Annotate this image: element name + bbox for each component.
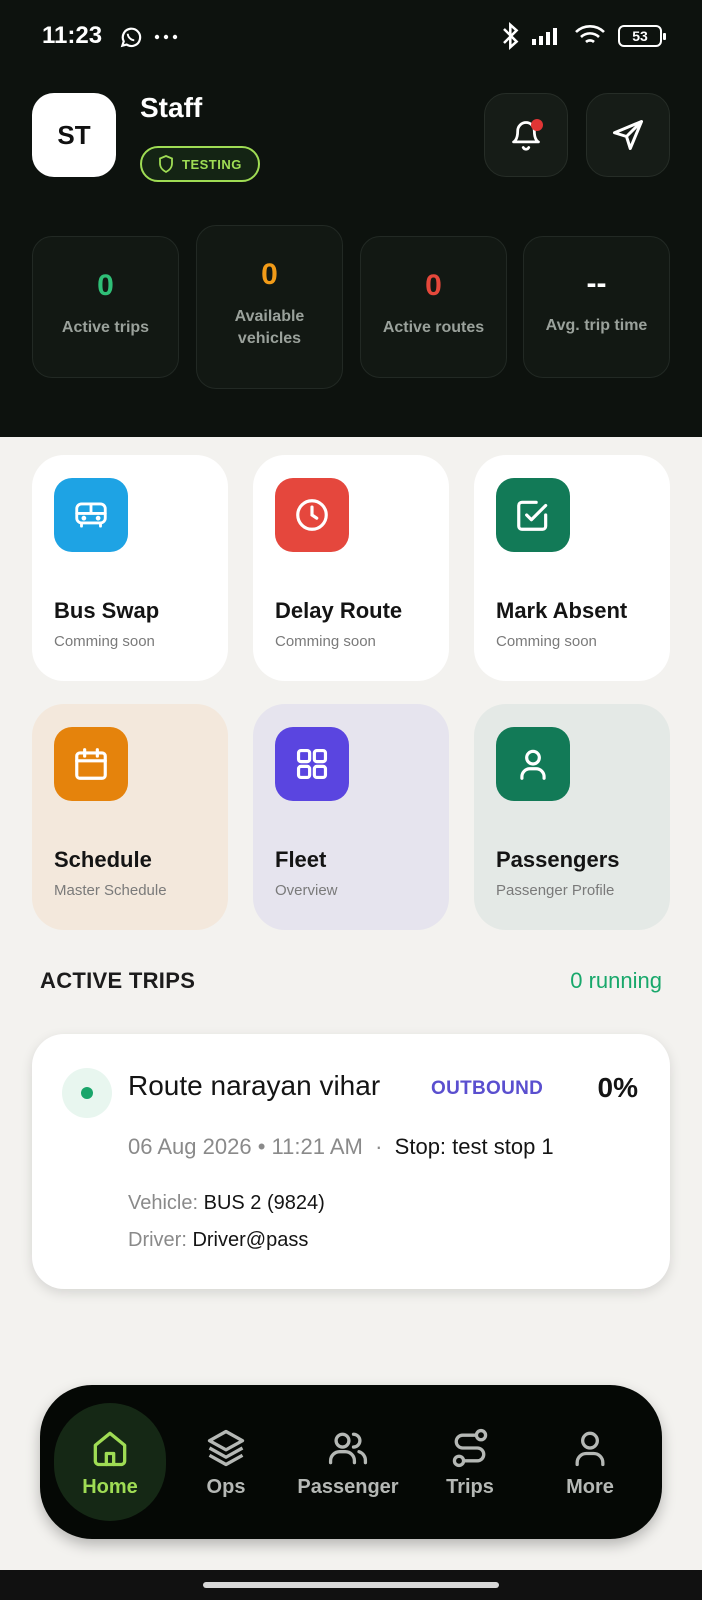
tile-title: Schedule	[54, 847, 152, 872]
trip-vehicle-value: BUS 2 (9824)	[203, 1192, 325, 1214]
nav-ops[interactable]: Ops	[176, 1385, 276, 1539]
route-icon	[452, 1428, 488, 1467]
nav-trips-label: Trips	[446, 1475, 494, 1498]
trip-vehicle-label: Vehicle:	[128, 1192, 199, 1214]
mark-absent-tile[interactable]: Mark Absent Comming soon	[474, 455, 670, 681]
stat-label: Avg. trip time	[545, 317, 648, 334]
trip-driver: Driver: Driver@pass	[128, 1229, 308, 1252]
calendar-icon	[54, 727, 128, 801]
stat-value: --	[586, 267, 607, 300]
passengers-tile[interactable]: Passengers Passenger Profile	[474, 704, 670, 930]
send-icon	[613, 120, 643, 150]
send-button[interactable]	[586, 93, 670, 177]
layers-icon	[207, 1429, 245, 1466]
running-count: 0 running	[570, 968, 662, 993]
tile-title: Delay Route	[275, 598, 403, 623]
trip-direction-badge: OUTBOUND	[431, 1078, 544, 1099]
tile-subtitle: Passenger Profile	[496, 882, 615, 899]
delay-route-tile[interactable]: Delay Route Comming soon	[253, 455, 449, 681]
bluetooth-icon	[503, 22, 519, 50]
trip-date: 06 Aug 2026	[128, 1134, 252, 1159]
tile-title: Passengers	[496, 847, 620, 872]
nav-passenger[interactable]: Passenger	[286, 1385, 410, 1539]
status-system-icons: 53	[502, 22, 666, 50]
trip-driver-value: Driver@pass	[192, 1229, 309, 1251]
trip-stop: Stop: test stop 1	[394, 1134, 554, 1159]
dashboard-header: 11:23 53 ST Staff TESTING 0 Active trips…	[0, 0, 702, 437]
nav-ops-label: Ops	[206, 1475, 246, 1498]
stat-active-trips: 0 Active trips	[32, 236, 179, 378]
schedule-tile[interactable]: Schedule Master Schedule	[32, 704, 228, 930]
shield-icon	[159, 155, 173, 173]
trip-card[interactable]: Route narayan vihar OUTBOUND 0% 06 Aug 2…	[32, 1034, 670, 1289]
stat-avg-trip-time: -- Avg. trip time	[523, 236, 670, 378]
nav-passenger-label: Passenger	[297, 1475, 399, 1498]
status-time: 11:23	[42, 22, 103, 49]
battery-indicator: 53	[618, 25, 666, 47]
nav-more[interactable]: More	[540, 1385, 640, 1539]
check-square-icon	[496, 478, 570, 552]
user-name: Staff	[140, 92, 203, 123]
status-notification-icons	[118, 24, 178, 50]
user-icon	[496, 727, 570, 801]
user-icon	[575, 1431, 605, 1466]
trip-vehicle: Vehicle: BUS 2 (9824)	[128, 1192, 325, 1215]
avatar[interactable]: ST	[32, 93, 116, 177]
stat-label: Active trips	[61, 319, 150, 336]
tile-title: Mark Absent	[496, 598, 628, 623]
system-gesture-bar	[0, 1570, 702, 1600]
tile-title: Fleet	[275, 847, 327, 872]
whatsapp-icon	[120, 27, 142, 48]
home-icon	[93, 1431, 127, 1466]
wifi-icon	[575, 25, 605, 44]
clock-icon	[275, 478, 349, 552]
trip-time: 11:21 AM	[271, 1134, 363, 1159]
trip-meta: 06 Aug 2026 • 11:21 AM · Stop: test stop…	[128, 1134, 554, 1159]
stat-value: 0	[261, 258, 278, 291]
signal-icon	[532, 28, 557, 45]
role-badge-label: TESTING	[182, 156, 242, 172]
tile-subtitle: Overview	[275, 882, 338, 899]
active-trips-heading: ACTIVE TRIPS	[40, 968, 196, 993]
role-badge: TESTING	[140, 146, 260, 182]
stat-label: Active routes	[382, 319, 485, 336]
nav-more-label: More	[566, 1475, 614, 1498]
more-dots-icon	[154, 34, 178, 40]
stat-value: 0	[425, 269, 442, 302]
trip-route-name: Route narayan vihar	[128, 1070, 381, 1101]
nav-trips[interactable]: Trips	[420, 1385, 520, 1539]
notifications-button[interactable]	[484, 93, 568, 177]
tile-subtitle: Comming soon	[275, 633, 376, 650]
trip-status-indicator	[62, 1068, 112, 1118]
home-indicator[interactable]	[203, 1582, 499, 1588]
trip-progress: 0%	[597, 1072, 638, 1103]
tile-subtitle: Comming soon	[496, 633, 597, 650]
bottom-navigation: Home Ops Passenger Trips More	[40, 1385, 662, 1539]
tile-subtitle: Comming soon	[54, 633, 155, 650]
trip-driver-label: Driver:	[128, 1229, 187, 1251]
users-icon	[328, 1432, 368, 1464]
fleet-tile[interactable]: Fleet Overview	[253, 704, 449, 930]
nav-home-label: Home	[82, 1475, 138, 1498]
bus-swap-tile[interactable]: Bus Swap Comming soon	[32, 455, 228, 681]
tile-subtitle: Master Schedule	[54, 882, 167, 899]
stat-value: 0	[97, 269, 114, 302]
stat-available-vehicles: 0 Available vehicles	[196, 225, 343, 389]
stat-active-routes: 0 Active routes	[360, 236, 507, 378]
tile-title: Bus Swap	[54, 598, 160, 623]
grid-icon	[275, 727, 349, 801]
nav-home[interactable]: Home	[54, 1385, 166, 1539]
stat-label: Available vehicles	[234, 308, 305, 347]
bus-icon	[54, 478, 128, 552]
notification-unread-dot	[531, 119, 543, 131]
